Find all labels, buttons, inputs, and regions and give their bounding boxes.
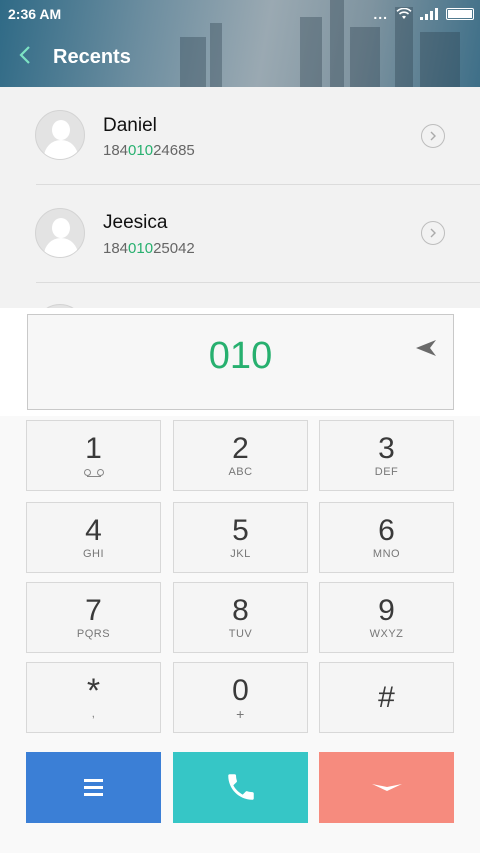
hide-keypad-button[interactable] (319, 752, 454, 823)
key-5[interactable]: 5 JKL (173, 502, 308, 573)
menu-icon (84, 779, 103, 796)
dialed-digits: 010 (208, 335, 273, 377)
battery-icon (446, 8, 474, 20)
key-hash[interactable]: # (319, 662, 454, 733)
contact-number: 18401024685 (103, 142, 195, 159)
contact-number: 18401025042 (103, 240, 195, 257)
chevron-down-icon (371, 784, 402, 791)
voicemail-icon (83, 469, 104, 477)
contact-detail-button[interactable] (421, 221, 445, 245)
recent-contact-row[interactable]: Jeesica 18401025042 (0, 185, 480, 282)
key-7[interactable]: 7 PQRS (26, 582, 161, 653)
divider (36, 282, 480, 283)
status-time: 2:36 AM (8, 6, 62, 22)
key-4[interactable]: 4 GHI (26, 502, 161, 573)
status-bar: 2:36 AM ... (0, 0, 480, 28)
phone-icon (227, 774, 254, 800)
key-0[interactable]: 0 + (173, 662, 308, 733)
call-button[interactable] (173, 752, 308, 823)
avatar (35, 208, 85, 258)
wifi-icon (396, 8, 412, 19)
key-3[interactable]: 3 DEF (319, 420, 454, 491)
dial-input-area: 010 (0, 308, 480, 416)
recents-list: Daniel 18401024685 Jeesica 18401025042 (0, 87, 480, 308)
key-6[interactable]: 6 MNO (319, 502, 454, 573)
menu-button[interactable] (26, 752, 161, 823)
header-bar: 2:36 AM ... Recents (0, 0, 480, 87)
send-arrow-icon[interactable] (415, 338, 437, 358)
key-1[interactable]: 1 (26, 420, 161, 491)
signal-icon (420, 8, 438, 20)
back-icon[interactable] (18, 44, 40, 70)
keypad: 1 2 ABC 3 DEF 4 GHI 5 JKL 6 MNO 7 PQRS 8… (0, 416, 480, 853)
contact-name: Jeesica (103, 212, 168, 233)
contact-detail-button[interactable] (421, 124, 445, 148)
recent-contact-row[interactable]: Daniel 18401024685 (0, 87, 480, 184)
key-star[interactable]: * , (26, 662, 161, 733)
more-dots: ... (373, 6, 388, 22)
dial-number-field[interactable]: 010 (27, 314, 454, 410)
contact-name: Daniel (103, 115, 157, 136)
page-title: Recents (53, 46, 131, 68)
avatar (35, 110, 85, 160)
key-2[interactable]: 2 ABC (173, 420, 308, 491)
key-8[interactable]: 8 TUV (173, 582, 308, 653)
key-9[interactable]: 9 WXYZ (319, 582, 454, 653)
